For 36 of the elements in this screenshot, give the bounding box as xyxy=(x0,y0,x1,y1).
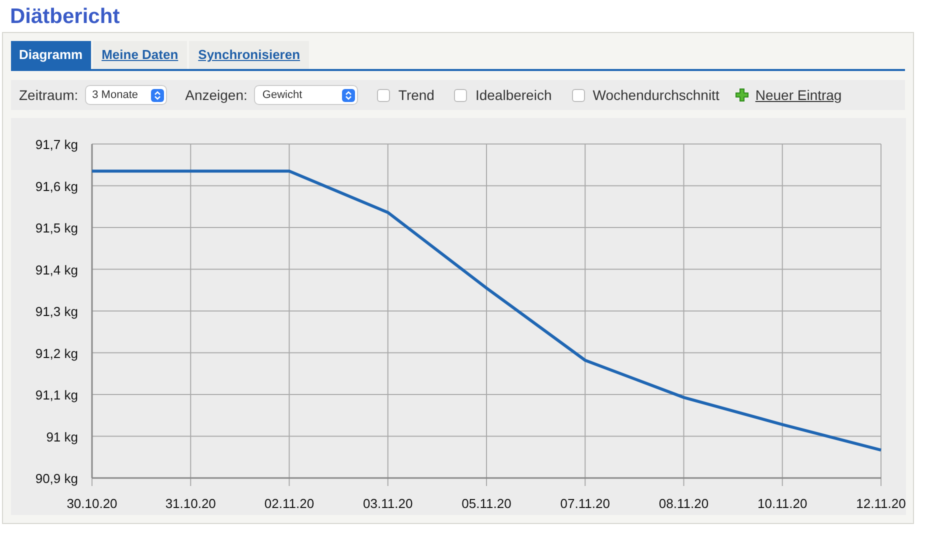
checkbox-label: Idealbereich xyxy=(475,86,552,104)
tab[interactable]: Meine Daten xyxy=(92,41,188,69)
x-axis-label: 10.11.20 xyxy=(758,496,808,511)
period-select[interactable]: 3 Monate xyxy=(86,86,166,104)
y-axis-label: 91,3 kg xyxy=(35,304,78,319)
x-axis-label: 31.10.20 xyxy=(165,496,216,511)
checkbox-label: Trend xyxy=(398,86,434,104)
checkbox[interactable] xyxy=(377,88,390,102)
checkbox[interactable] xyxy=(454,88,468,102)
y-axis-label: 91,6 kg xyxy=(35,178,78,194)
y-axis-label: 91,5 kg xyxy=(35,220,78,236)
plus-icon xyxy=(735,88,750,102)
y-axis-label: 90,9 kg xyxy=(35,471,78,486)
page-title: Diätbericht xyxy=(10,4,120,30)
x-axis-label: 03.11.20 xyxy=(363,496,413,511)
x-axis-label: 30.10.20 xyxy=(66,496,118,511)
x-axis-label: 08.11.20 xyxy=(658,496,709,511)
period-label: Zeitraum: xyxy=(19,86,78,104)
x-axis-label: 05.11.20 xyxy=(462,496,512,511)
x-axis-label: 12.11.20 xyxy=(856,496,906,511)
y-axis-label: 91,7 kg xyxy=(35,137,78,152)
new-entry-link[interactable]: Neuer Eintrag xyxy=(755,84,842,106)
x-axis-label: 02.11.20 xyxy=(264,496,314,511)
y-axis-label: 91,1 kg xyxy=(35,388,78,402)
x-axis-label: 07.11.20 xyxy=(560,496,610,511)
tab[interactable]: Synchronisieren xyxy=(189,41,310,69)
checkbox-label: Wochendurchschnitt xyxy=(592,86,720,104)
select-arrows-icon xyxy=(151,88,164,102)
y-axis-label: 91,4 kg xyxy=(35,262,78,278)
select-arrows-icon xyxy=(342,88,356,102)
show-label: Anzeigen: xyxy=(185,86,248,105)
show-select[interactable]: Gewicht xyxy=(255,86,358,104)
y-axis-label: 91 kg xyxy=(46,429,78,444)
checkbox[interactable] xyxy=(572,88,585,102)
tab[interactable]: Diagramm xyxy=(11,41,91,69)
y-axis-label: 91,2 kg xyxy=(35,346,78,361)
